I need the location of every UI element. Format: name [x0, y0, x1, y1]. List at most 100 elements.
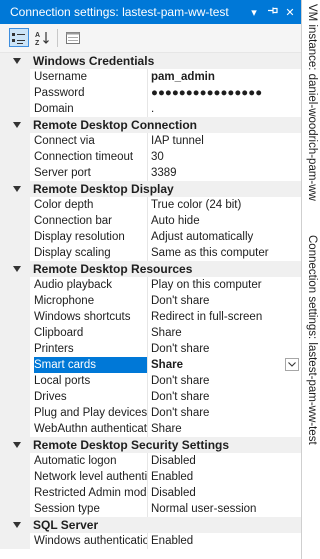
property-name[interactable]: Automatic logon [34, 453, 148, 469]
property-row[interactable]: Connect via IAP tunnel [0, 133, 301, 149]
property-name[interactable]: Display resolution [34, 229, 148, 245]
property-value[interactable]: Enabled [151, 533, 297, 549]
property-name[interactable]: Password [34, 85, 148, 101]
collapse-chevron-icon[interactable] [13, 442, 21, 448]
property-name[interactable]: Plug and Play devices [34, 405, 148, 421]
property-row[interactable]: Audio playback Play on this computer [0, 277, 301, 293]
property-name[interactable]: Connect via [34, 133, 148, 149]
property-row[interactable]: Connection timeout 30 [0, 149, 301, 165]
property-name[interactable]: Domain [34, 101, 148, 117]
property-name[interactable]: Smart cards [34, 357, 148, 373]
property-value[interactable]: . [151, 101, 297, 117]
property-row[interactable]: Connection bar Auto hide [0, 213, 301, 229]
collapse-chevron-icon[interactable] [13, 522, 21, 528]
property-row[interactable]: Network level authenticationEnabled [0, 469, 301, 485]
property-row[interactable]: Drives Don't share [0, 389, 301, 405]
property-value[interactable]: Don't share [151, 341, 297, 357]
property-value[interactable]: ●●●●●●●●●●●●●●●● [151, 85, 297, 101]
property-name[interactable]: Audio playback [34, 277, 148, 293]
close-icon[interactable]: ✕ [283, 6, 297, 19]
row-gutter [0, 469, 30, 485]
property-name[interactable]: Network level authentication [34, 469, 148, 485]
property-row[interactable]: Restricted Admin mode Disabled [0, 485, 301, 501]
category-header[interactable]: Windows Credentials [0, 53, 301, 69]
category-header[interactable]: Remote Desktop Security Settings [0, 437, 301, 453]
collapse-chevron-icon[interactable] [13, 122, 21, 128]
property-row[interactable]: WebAuthn authenticatorsShare [0, 421, 301, 437]
property-name[interactable]: Windows shortcuts [34, 309, 148, 325]
property-name[interactable]: Username [34, 69, 148, 85]
property-name[interactable]: Windows authentication [34, 533, 148, 549]
property-row[interactable]: Windows shortcuts Redirect in full-screen [0, 309, 301, 325]
property-value[interactable]: Auto hide [151, 213, 297, 229]
category-header[interactable]: SQL Server [0, 517, 301, 533]
property-name[interactable]: Server port [34, 165, 148, 181]
alphabetical-sort-icon[interactable]: AZ [33, 28, 53, 47]
row-gutter [0, 213, 30, 229]
value-dropdown-button[interactable] [285, 358, 299, 371]
property-value[interactable]: pam_admin [151, 69, 297, 85]
property-name[interactable]: Restricted Admin mode [34, 485, 148, 501]
property-value[interactable]: Enabled [151, 469, 297, 485]
property-name[interactable]: Color depth [34, 197, 148, 213]
auto-hide-pin-icon[interactable] [265, 5, 279, 19]
property-value[interactable]: Same as this computer [151, 245, 297, 261]
property-value[interactable]: Don't share [151, 373, 297, 389]
property-value[interactable]: Normal user-session [151, 501, 297, 517]
property-name[interactable]: Microphone [34, 293, 148, 309]
window-position-menu-icon[interactable]: ▾ [247, 6, 261, 19]
property-name[interactable]: Session type [34, 501, 148, 517]
property-row[interactable]: Password ●●●●●●●●●●●●●●●● [0, 85, 301, 101]
category-header[interactable]: Remote Desktop Connection [0, 117, 301, 133]
property-row[interactable]: Windows authentication Enabled [0, 533, 301, 549]
property-value[interactable]: 30 [151, 149, 297, 165]
side-tab-connection-settings[interactable]: Connection settings: lastest-pam-ww-test [302, 235, 318, 445]
property-row[interactable]: Plug and Play devices Don't share [0, 405, 301, 421]
property-name[interactable]: WebAuthn authenticators [34, 421, 148, 437]
property-value[interactable]: Share [151, 421, 297, 437]
property-row[interactable]: Session type Normal user-session [0, 501, 301, 517]
property-row[interactable]: Clipboard Share [0, 325, 301, 341]
property-name[interactable]: Clipboard [34, 325, 148, 341]
property-value[interactable]: Redirect in full-screen [151, 309, 297, 325]
property-row[interactable]: Color depth True color (24 bit) [0, 197, 301, 213]
property-value[interactable]: Don't share [151, 389, 297, 405]
property-value[interactable]: Don't share [151, 293, 297, 309]
property-row[interactable]: Printers Don't share [0, 341, 301, 357]
property-name[interactable]: Connection timeout [34, 149, 148, 165]
property-name[interactable]: Printers [34, 341, 148, 357]
collapse-chevron-icon[interactable] [13, 186, 21, 192]
property-value[interactable]: Share [151, 357, 297, 373]
property-row[interactable]: Local ports Don't share [0, 373, 301, 389]
property-value[interactable]: Disabled [151, 485, 297, 501]
property-row[interactable]: Automatic logon Disabled [0, 453, 301, 469]
collapse-chevron-icon[interactable] [13, 58, 21, 64]
property-value[interactable]: 3389 [151, 165, 297, 181]
property-row[interactable]: Domain. [0, 101, 301, 117]
side-tab-vm-instance[interactable]: VM instance: daniel-woodrich-pam-ww [302, 4, 318, 201]
row-gutter [0, 485, 30, 501]
collapse-chevron-icon[interactable] [13, 266, 21, 272]
property-name[interactable]: Local ports [34, 373, 148, 389]
property-value[interactable]: Share [151, 325, 297, 341]
property-row[interactable]: Smart cards Share [0, 357, 301, 373]
property-name[interactable]: Display scaling [34, 245, 148, 261]
property-row[interactable]: Server port 3389 [0, 165, 301, 181]
property-value[interactable]: Don't share [151, 405, 297, 421]
property-row[interactable]: Display scaling Same as this computer [0, 245, 301, 261]
property-name[interactable]: Connection bar [34, 213, 148, 229]
property-row[interactable]: Microphone Don't share [0, 293, 301, 309]
property-row[interactable]: Username pam_admin [0, 69, 301, 85]
row-gutter [0, 197, 30, 213]
property-value[interactable]: Adjust automatically [151, 229, 297, 245]
property-value[interactable]: Play on this computer [151, 277, 297, 293]
category-header[interactable]: Remote Desktop Display [0, 181, 301, 197]
categorized-view-icon[interactable] [9, 28, 29, 47]
property-pages-icon[interactable] [63, 28, 83, 47]
property-value[interactable]: IAP tunnel [151, 133, 297, 149]
property-name[interactable]: Drives [34, 389, 148, 405]
category-header[interactable]: Remote Desktop Resources [0, 261, 301, 277]
property-row[interactable]: Display resolution Adjust automatically [0, 229, 301, 245]
property-value[interactable]: Disabled [151, 453, 297, 469]
property-value[interactable]: True color (24 bit) [151, 197, 297, 213]
